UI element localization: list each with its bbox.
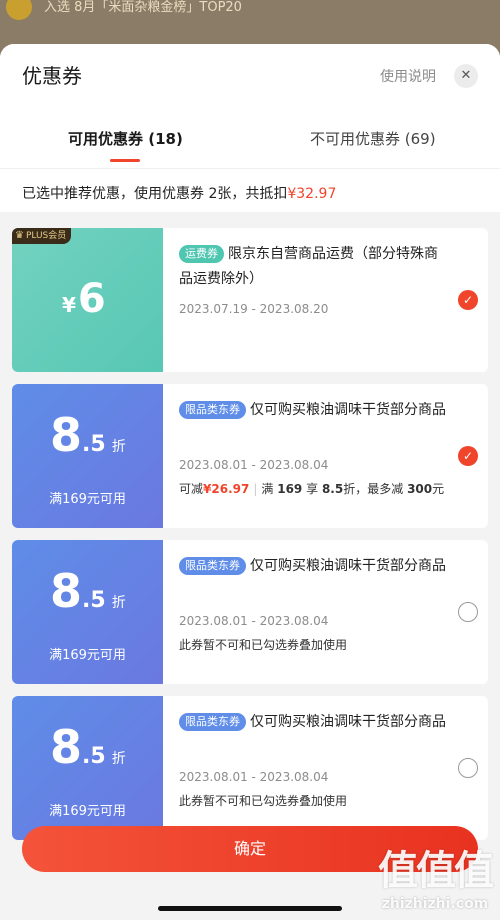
sheet-title: 优惠券 [22,64,82,88]
rule-text: 元 [432,482,445,496]
discount-integer: 8 [50,720,83,774]
summary-text: 已选中推荐优惠，使用优惠券 2张，共抵扣 [22,186,288,202]
rule-cap: 300 [407,482,433,496]
coupon-details: 限品类东券 仅可购买粮油调味干货部分商品 2023.08.01 - 2023.08… [179,540,449,684]
background-banner-text: 入选 8月「米面杂粮金榜」TOP20 [44,0,242,15]
home-indicator[interactable] [158,906,342,911]
coupon-condition: 满169元可用 [49,492,126,507]
coupon-amount: ¥6 [62,276,106,322]
coupon-type-tag: 限品类东券 [179,713,246,731]
savings-prefix: 可减 [179,482,204,496]
coupon-description-text: 仅可购买粮油调味干货部分商品 [250,558,446,574]
coupon-description: 限品类东券 仅可购买粮油调味干货部分商品 [179,554,449,579]
coupon-discount: 8.5 折 [50,720,126,774]
discount-unit: 折 [111,751,126,767]
coupon-checkbox-unchecked-icon[interactable] [458,758,478,778]
plus-member-badge: ♛ PLUS会员 [12,228,72,244]
close-icon[interactable]: ✕ [454,64,478,88]
selection-summary: 已选中推荐优惠，使用优惠券 2张，共抵扣¥32.97 [0,168,500,212]
tab-available[interactable]: 可用优惠券 (18) [68,128,183,149]
perforation-edge [12,228,17,372]
discount-decimal: .5 [82,744,106,769]
rule-threshold: 169 [277,482,303,496]
coupon-description-text: 仅可购买粮油调味干货部分商品 [250,402,446,418]
watermark: 值值值 zhizhizhi.com [378,838,494,912]
savings-divider: | [253,482,258,496]
tab-unavailable[interactable]: 不可用优惠券 (69) [310,128,436,149]
discount-integer: 8 [50,408,83,462]
watermark-logo: 值值值 [378,848,494,894]
savings-amount: ¥26.97 [203,482,250,496]
coupon-description: 运费券 限京东自营商品运费（部分特殊商品运费除外） [179,242,449,292]
coupon-discount: 8.5 折 [50,408,126,462]
coupon-validity: 2023.08.01 - 2023.08.04 [179,770,329,784]
coupon-details: 限品类东券 仅可购买粮油调味干货部分商品 2023.08.01 - 2023.08… [179,696,449,840]
discount-decimal: .5 [82,432,106,457]
coupon-checkbox-checked-icon[interactable]: ✓ [458,446,478,466]
coupon-value: 6 [77,276,106,322]
coupon-value-panel: ♛ PLUS会员 ¥6 [12,228,163,372]
discount-integer: 8 [50,564,83,618]
rule-text: 享 [306,482,319,496]
rule-discount: 8.5 [321,482,344,496]
coupon-type-tag: 限品类东券 [179,557,246,575]
rank-badge-icon [6,0,32,20]
coupon-description: 限品类东券 仅可购买粮油调味干货部分商品 [179,398,449,423]
discount-unit: 折 [111,595,126,611]
coupon-tabs: 可用优惠券 (18) 不可用优惠券 (69) [0,110,500,168]
watermark-url: zhizhizhi.com [381,896,489,912]
coupon-stack-note: 此券暂不可和已勾选券叠加使用 [179,638,348,652]
coupon-value-panel: 8.5 折 满169元可用 [12,696,163,840]
coupon-details: 限品类东券 仅可购买粮油调味干货部分商品 2023.08.01 - 2023.08… [179,384,449,528]
coupon-card[interactable]: 8.5 折 满169元可用 限品类东券 仅可购买粮油调味干货部分商品 2023.08… [12,696,488,840]
rule-text: 满 [261,482,274,496]
coupon-checkbox-checked-icon[interactable]: ✓ [458,290,478,310]
coupon-details: 运费券 限京东自营商品运费（部分特殊商品运费除外） 2023.07.19 - 20… [179,228,449,372]
coupon-description: 限品类东券 仅可购买粮油调味干货部分商品 [179,710,449,735]
crown-icon: ♛ [15,230,24,241]
coupon-validity: 2023.07.19 - 2023.08.20 [179,302,329,316]
coupon-description-text: 仅可购买粮油调味干货部分商品 [250,714,446,730]
coupon-type-tag: 运费券 [179,245,224,263]
coupon-card[interactable]: 8.5 折 满169元可用 限品类东券 仅可购买粮油调味干货部分商品 2023.08… [12,540,488,684]
discount-unit: 折 [111,439,126,455]
coupon-card[interactable]: 8.5 折 满169元可用 限品类东券 仅可购买粮油调味干货部分商品 2023.08… [12,384,488,528]
sheet-header: 优惠券 使用说明 ✕ [0,44,500,110]
coupon-sheet: 优惠券 使用说明 ✕ 可用优惠券 (18) 不可用优惠券 (69) 已选中推荐优… [0,44,500,920]
coupon-card[interactable]: ♛ PLUS会员 ¥6 运费券 限京东自营商品运费（部分特殊商品运费除外） 2023… [12,228,488,372]
plus-member-label: PLUS会员 [25,231,67,241]
coupon-checkbox-unchecked-icon[interactable] [458,602,478,622]
coupon-condition: 满169元可用 [49,648,126,663]
coupon-validity: 2023.08.01 - 2023.08.04 [179,458,329,472]
coupon-stack-note: 此券暂不可和已勾选券叠加使用 [179,794,348,808]
coupon-value-panel: 8.5 折 满169元可用 [12,540,163,684]
coupon-condition: 满169元可用 [49,804,126,819]
coupon-list[interactable]: ♛ PLUS会员 ¥6 运费券 限京东自营商品运费（部分特殊商品运费除外） 2023… [0,222,500,840]
usage-instructions-link[interactable]: 使用说明 [380,66,436,86]
rule-text: 折，最多减 [343,482,404,496]
coupon-savings: 可减¥26.97 | 满 169 享 8.5折，最多减 300元 [179,480,444,497]
coupon-type-tag: 限品类东券 [179,401,246,419]
coupon-validity: 2023.08.01 - 2023.08.04 [179,614,329,628]
coupon-discount: 8.5 折 [50,564,126,618]
discount-decimal: .5 [82,588,106,613]
active-tab-indicator [110,159,140,162]
summary-amount: ¥32.97 [287,186,337,202]
coupon-value-panel: 8.5 折 满169元可用 [12,384,163,528]
currency-symbol: ¥ [62,293,76,317]
